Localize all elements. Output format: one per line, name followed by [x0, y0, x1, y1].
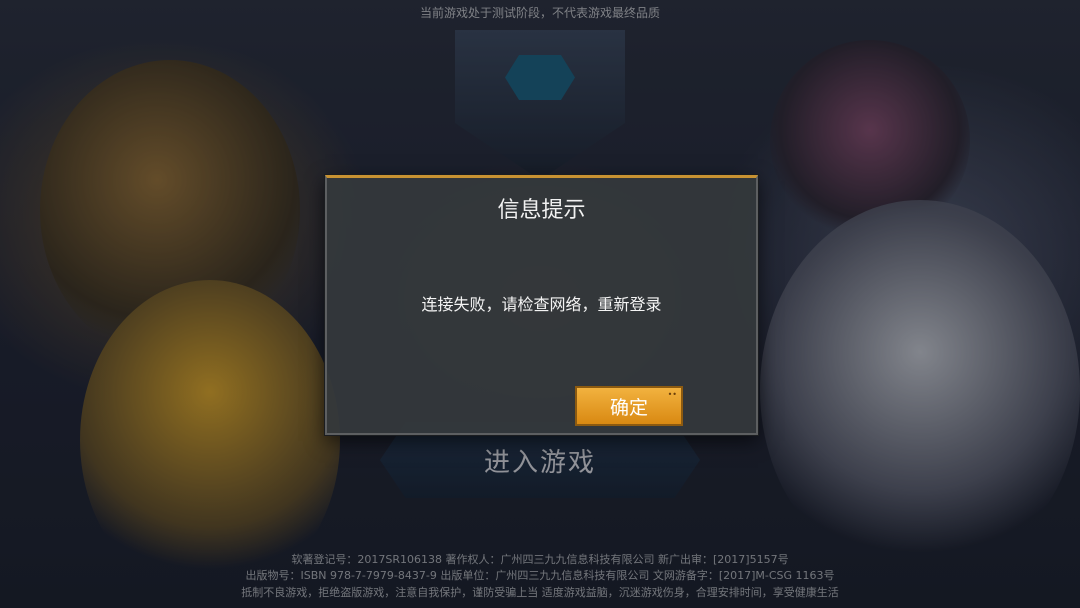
- confirm-button[interactable]: 确定 ••: [575, 386, 683, 426]
- dialog-message: 连接失败，请检查网络，重新登录: [421, 295, 662, 314]
- button-corner-dots-icon: ••: [667, 390, 677, 399]
- confirm-button-label: 确定: [609, 396, 648, 419]
- dialog-title: 信息提示: [497, 198, 586, 223]
- info-dialog: 信息提示 连接失败，请检查网络，重新登录 确定 ••: [325, 175, 758, 435]
